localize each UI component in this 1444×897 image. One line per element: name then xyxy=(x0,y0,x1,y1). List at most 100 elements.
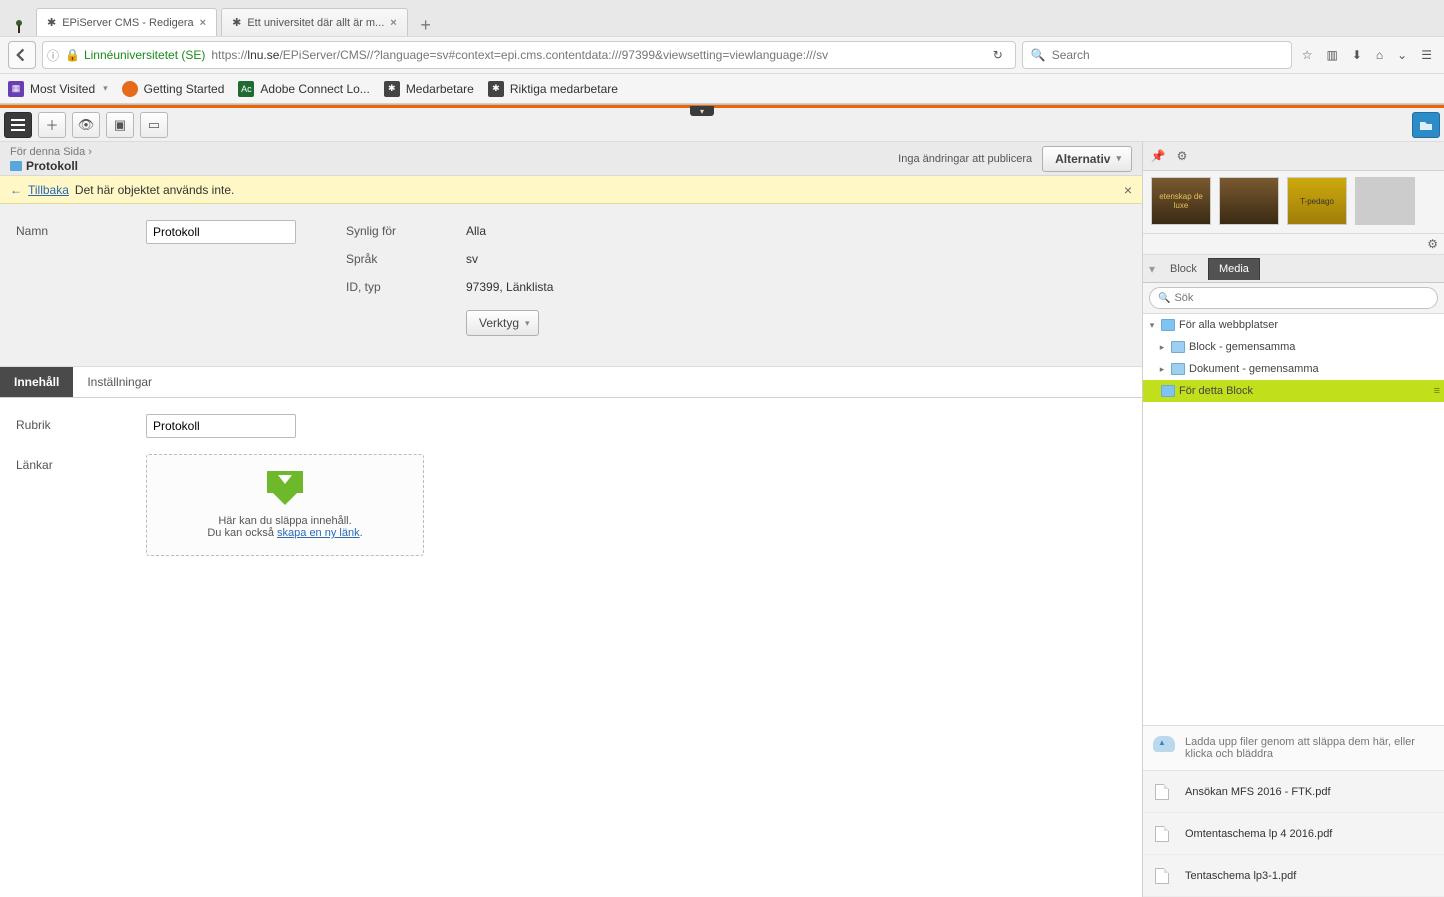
search-field-wrap[interactable]: 🔍 xyxy=(1149,287,1438,309)
tree-node-doc-common[interactable]: ▸ Dokument - gemensamma xyxy=(1143,358,1444,380)
thumbnail[interactable] xyxy=(1355,177,1415,225)
tree-node-block-common[interactable]: ▸ Block - gemensamma xyxy=(1143,336,1444,358)
assets-toggle[interactable] xyxy=(1412,112,1440,138)
browser-chrome: ✱ EPiServer CMS - Redigera × ✱ Ett unive… xyxy=(0,0,1444,105)
add-button[interactable]: ＋ xyxy=(38,112,66,138)
notice-bar: ← Tillbaka Det här objektet används inte… xyxy=(0,176,1142,204)
tree-node-all-sites[interactable]: ▾ För alla webbplatser xyxy=(1143,314,1444,336)
back-link[interactable]: Tillbaka xyxy=(28,183,69,197)
compare-button[interactable]: ▣ xyxy=(106,112,134,138)
file-row[interactable]: Omtentaschema lp 4 2016.pdf xyxy=(1143,813,1444,855)
assets-top-bar: 📌 ⚙ xyxy=(1143,142,1444,171)
folder-icon xyxy=(1161,319,1175,331)
create-link[interactable]: skapa en ny länk xyxy=(277,527,360,539)
firefox-tree-icon xyxy=(10,18,28,36)
preview-button[interactable]: 👁 xyxy=(72,112,100,138)
edit-tabs: Innehåll Inställningar xyxy=(0,367,1142,398)
name-input[interactable] xyxy=(146,220,296,244)
back-button[interactable] xyxy=(8,41,36,69)
links-dropzone[interactable]: Här kan du släppa innehåll. Du kan också… xyxy=(146,454,424,556)
file-row[interactable]: Ansökan MFS 2016 - FTK.pdf xyxy=(1143,771,1444,813)
new-tab-button[interactable]: + xyxy=(412,15,440,36)
tab-university[interactable]: ✱ Ett universitet där allt är m... × xyxy=(221,8,408,36)
tree-label: För detta Block xyxy=(1179,385,1253,397)
publish-area: Inga ändringar att publicera Alternativ … xyxy=(898,146,1132,172)
file-list: Ansökan MFS 2016 - FTK.pdf Omtentaschema… xyxy=(1143,771,1444,897)
address-row: ⓘ 🔒 Linnéuniversitetet (SE) https://lnu.… xyxy=(0,36,1444,74)
main-column: För denna Sida › Protokoll Inga ändringa… xyxy=(0,142,1142,897)
thumbnail[interactable]: etenskap de luxe xyxy=(1151,177,1211,225)
properties-pane: Namn Synlig för Alla Språk sv ID, typ xyxy=(0,204,1142,367)
responsive-button[interactable]: ▭ xyxy=(140,112,168,138)
info-icon[interactable]: ⓘ xyxy=(47,47,59,64)
site-icon: ✱ xyxy=(384,81,400,97)
gear-icon[interactable]: ⚙ xyxy=(1427,237,1438,251)
chevron-down-icon[interactable]: ▾ xyxy=(1149,262,1155,276)
browser-search[interactable]: 🔍 xyxy=(1022,41,1292,69)
menu-icon[interactable]: ☰ xyxy=(1421,48,1432,62)
tab-media[interactable]: Media xyxy=(1208,258,1260,280)
expand-icon[interactable]: ▸ xyxy=(1157,364,1167,375)
bookmark-riktiga-medarbetare[interactable]: ✱ Riktiga medarbetare xyxy=(488,81,618,97)
nav-tree-toggle[interactable] xyxy=(4,112,32,138)
bookmark-getting-started[interactable]: Getting Started xyxy=(122,81,225,97)
publish-status: Inga ändringar att publicera xyxy=(898,153,1032,165)
tree-node-for-this-block[interactable]: För detta Block ≡ xyxy=(1143,380,1444,402)
page-title: Protokoll xyxy=(26,159,78,173)
asset-search-input[interactable] xyxy=(1174,292,1429,304)
expand-icon[interactable]: ▸ xyxy=(1157,342,1167,353)
links-label: Länkar xyxy=(16,454,146,472)
top-handle-tab[interactable]: ▾ xyxy=(690,106,714,116)
bookmark-medarbetare[interactable]: ✱ Medarbetare xyxy=(384,81,474,97)
search-icon: 🔍 xyxy=(1031,48,1046,62)
chevron-down-icon: ▾ xyxy=(1116,153,1121,164)
context-menu-icon[interactable]: ≡ xyxy=(1434,385,1440,397)
thumbnail[interactable]: T-pedago xyxy=(1287,177,1347,225)
rubrik-input[interactable] xyxy=(146,414,296,438)
asset-tabs: ▾ Block Media xyxy=(1143,255,1444,283)
home-icon[interactable]: ⌂ xyxy=(1376,48,1383,62)
tab-favicon-icon: ✱ xyxy=(232,16,241,29)
bookmark-adobe-connect[interactable]: Ac Adobe Connect Lo... xyxy=(238,81,369,97)
pin-icon[interactable]: 📌 xyxy=(1149,147,1167,165)
epi-toolbar: ＋ 👁 ▣ ▭ xyxy=(0,108,1444,142)
folder-icon xyxy=(1171,363,1185,375)
thumbnail[interactable] xyxy=(1219,177,1279,225)
tab-block[interactable]: Block xyxy=(1159,258,1208,280)
downloads-icon[interactable]: ⬇ xyxy=(1352,48,1362,62)
id-type-value: 97399, Länklista xyxy=(466,276,553,294)
language-label: Språk xyxy=(346,248,466,266)
firefox-icon xyxy=(122,81,138,97)
bookmark-star-icon[interactable]: ☆ xyxy=(1302,48,1313,62)
tab-episerver[interactable]: ✱ EPiServer CMS - Redigera × xyxy=(36,8,217,36)
browser-toolbar-icons: ☆ ▥ ⬇ ⌂ ⌄ ☰ xyxy=(1298,48,1436,62)
sidebar-icon[interactable]: ▥ xyxy=(1327,48,1338,62)
url-text: https://lnu.se/EPiServer/CMS//?language=… xyxy=(211,48,978,62)
alternativ-label: Alternativ xyxy=(1055,152,1110,166)
file-row[interactable]: Tentaschema lp3-1.pdf xyxy=(1143,855,1444,897)
gear-icon[interactable]: ⚙ xyxy=(1173,147,1191,165)
bookmark-label: Medarbetare xyxy=(406,82,474,96)
site-identity[interactable]: 🔒 Linnéuniversitetet (SE) xyxy=(65,48,205,62)
tab-close-icon[interactable]: × xyxy=(390,17,396,29)
lock-icon: 🔒 xyxy=(65,48,80,62)
pocket-icon[interactable]: ⌄ xyxy=(1397,48,1407,62)
arrow-left-icon: ← xyxy=(10,183,22,197)
collapse-icon[interactable]: ▾ xyxy=(1147,320,1157,331)
notice-close-icon[interactable]: × xyxy=(1124,182,1132,198)
asset-tree: ▾ För alla webbplatser ▸ Block - gemensa… xyxy=(1143,314,1444,725)
tools-button[interactable]: Verktyg ▾ xyxy=(466,310,539,336)
upload-hint[interactable]: Ladda upp filer genom att släppa dem här… xyxy=(1143,726,1444,771)
alternativ-button[interactable]: Alternativ ▾ xyxy=(1042,146,1132,172)
tab-close-icon[interactable]: × xyxy=(200,17,206,29)
address-bar[interactable]: ⓘ 🔒 Linnéuniversitetet (SE) https://lnu.… xyxy=(42,41,1016,69)
identity-label: Linnéuniversitetet (SE) xyxy=(84,48,205,62)
rubrik-label: Rubrik xyxy=(16,414,146,432)
tab-settings[interactable]: Inställningar xyxy=(73,367,166,397)
reload-button[interactable]: ↻ xyxy=(985,48,1011,62)
bookmark-most-visited[interactable]: ▦ Most Visited ▾ xyxy=(8,81,108,97)
browser-search-input[interactable] xyxy=(1052,48,1283,62)
page-header: För denna Sida › Protokoll Inga ändringa… xyxy=(0,142,1142,176)
tab-content[interactable]: Innehåll xyxy=(0,367,73,397)
file-name: Omtentaschema lp 4 2016.pdf xyxy=(1185,828,1332,840)
